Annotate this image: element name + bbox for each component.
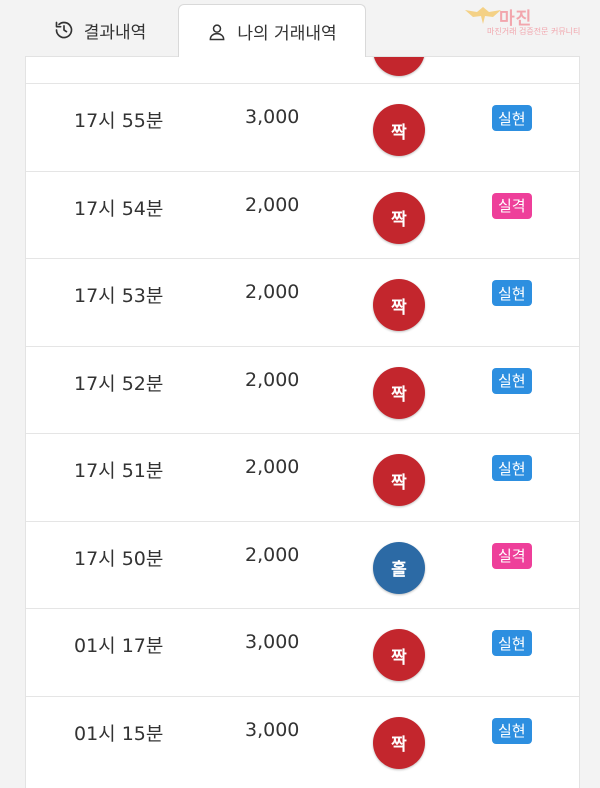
table-row: 01시 15분 3,000 짝 실현	[26, 695, 579, 784]
table-row-partial	[26, 57, 579, 83]
trade-amount: 2,000	[245, 456, 300, 478]
pick-chip: 짝	[373, 716, 425, 769]
eagle-emblem-icon	[465, 7, 501, 24]
pick-chip-partial	[373, 57, 425, 76]
pick-chip: 짝	[373, 104, 425, 156]
trade-time: 17시 54분	[74, 197, 164, 220]
result-badge: 실현	[492, 630, 532, 656]
trade-amount: 3,000	[245, 631, 300, 653]
trade-amount: 2,000	[245, 281, 300, 303]
pick-chip: 홀	[373, 541, 425, 594]
watermark-logo: 마진 마진거래 검증전문 커뮤니티	[463, 4, 597, 36]
trade-amount: 3,000	[245, 106, 300, 128]
table-row: 17시 53분 2,000 짝 실현	[26, 258, 579, 346]
result-badge: 실격	[492, 192, 532, 219]
trade-amount: 2,000	[245, 193, 300, 216]
pick-chip: 짝	[373, 366, 425, 419]
result-badge: 실현	[492, 367, 532, 394]
watermark-subtext: 마진거래 검증전문 커뮤니티	[487, 27, 581, 36]
trade-time: 01시 15분	[74, 722, 164, 745]
result-badge: 실격	[492, 542, 532, 569]
table-row: 17시 54분 2,000 짝 실격	[26, 170, 579, 259]
trade-history-list: 17시 55분 3,000 짝 실현 17시 54분 2,000 짝 실격 17시 53분 2,0…	[25, 57, 580, 788]
trade-amount: 3,000	[245, 718, 300, 741]
result-badge: 실현	[492, 455, 532, 481]
result-badge: 실현	[492, 717, 532, 744]
tab-results-history[interactable]: 결과내역	[25, 4, 175, 56]
trade-time: 17시 53분	[74, 285, 164, 307]
trade-time: 01시 17분	[74, 635, 164, 657]
trade-time: 17시 50분	[74, 547, 164, 570]
user-icon	[207, 22, 227, 42]
trade-time: 17시 52분	[74, 372, 164, 395]
trade-amount: 2,000	[245, 368, 300, 391]
table-row: 17시 55분 3,000 짝 실현	[26, 83, 579, 171]
tab-results-label: 결과내역	[83, 22, 147, 43]
table-row: 17시 51분 2,000 짝 실현	[26, 433, 579, 521]
pick-chip: 짝	[373, 279, 425, 331]
pick-chip: 짝	[373, 629, 425, 681]
history-icon	[54, 20, 74, 40]
tab-mine-label: 나의 거래내역	[237, 24, 337, 44]
table-row: 17시 50분 2,000 홀 실격	[26, 520, 579, 609]
result-badge: 실현	[492, 105, 532, 131]
result-badge: 실현	[492, 280, 532, 306]
table-row: 01시 17분 3,000 짝 실현	[26, 608, 579, 696]
pick-chip: 짝	[373, 454, 425, 506]
pick-chip: 짝	[373, 191, 425, 244]
trade-amount: 2,000	[245, 543, 300, 566]
tab-my-trades[interactable]: 나의 거래내역	[178, 4, 366, 58]
trade-time: 17시 55분	[74, 110, 164, 132]
trade-time: 17시 51분	[74, 460, 164, 482]
table-row: 17시 52분 2,000 짝 실현	[26, 345, 579, 434]
